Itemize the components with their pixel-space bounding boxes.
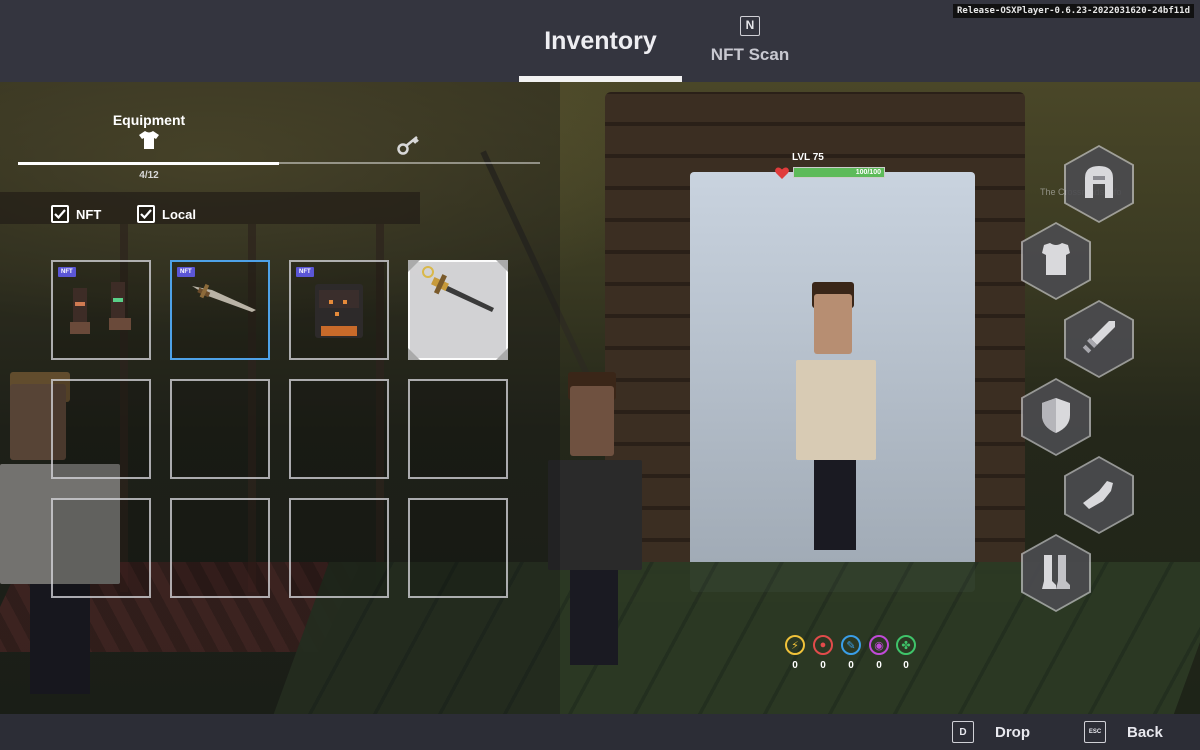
inventory-slot[interactable]: NFT — [289, 260, 389, 360]
sword-icon — [1079, 317, 1119, 362]
element-count: 0 — [903, 660, 909, 671]
boots-icon — [1036, 551, 1076, 596]
inventory-slot[interactable]: NFT — [51, 260, 151, 360]
back-button[interactable]: ESC Back — [1084, 720, 1163, 744]
health-value: 100/100 — [855, 169, 881, 176]
inventory-slot-selected[interactable]: NFT — [170, 260, 270, 360]
filter-nft-label: NFT — [76, 206, 102, 222]
element-nature: ✤ 0 — [895, 635, 917, 671]
build-version-label: Release-OSXPlayer-0.6.23-2022031620-24bf… — [953, 4, 1194, 18]
key-icon — [396, 136, 422, 160]
element-count: 0 — [820, 660, 826, 671]
drop-button[interactable]: D Drop — [952, 720, 1030, 744]
hotkey-d: D — [952, 721, 974, 743]
inventory-slot-empty[interactable] — [51, 498, 151, 598]
element-count: 0 — [876, 660, 882, 671]
level-label: LVL 75 — [792, 152, 824, 163]
subtab-keys[interactable] — [396, 134, 422, 156]
tab-inventory[interactable]: Inventory — [519, 0, 682, 82]
element-arcane: ◉ 0 — [868, 635, 890, 671]
health-bar: 100/100 — [793, 167, 885, 178]
chestplate-icon — [1036, 239, 1076, 284]
checkmark-icon — [54, 209, 66, 219]
shield-icon — [1036, 395, 1076, 440]
tab-nft-scan[interactable]: N NFT Scan — [700, 14, 800, 74]
inventory-slot-empty[interactable] — [408, 379, 508, 479]
filter-local-checkbox[interactable]: Local — [137, 204, 196, 224]
subtab-active-indicator — [18, 162, 279, 165]
inventory-slot-highlighted[interactable] — [408, 260, 508, 360]
shirt-icon — [139, 131, 159, 149]
element-water: ✎ 0 — [840, 635, 862, 671]
tab-nft-scan-label: NFT Scan — [710, 45, 790, 64]
element-count: 0 — [848, 660, 854, 671]
tab-inventory-label: Inventory — [544, 27, 657, 55]
element-fire: ● 0 — [812, 635, 834, 671]
checkbox — [51, 205, 69, 223]
fire-shield-icon: ● — [813, 635, 833, 655]
bottom-bar: D Drop ESC Back — [0, 714, 1200, 750]
filter-local-label: Local — [162, 206, 196, 222]
inventory-slot-empty[interactable] — [51, 379, 151, 479]
inventory-count: 4/12 — [139, 170, 159, 181]
subtab-equipment-label: Equipment — [112, 112, 186, 128]
hotkey-n: N — [740, 16, 760, 36]
gauntlet-icon — [1079, 473, 1119, 518]
element-count: 0 — [792, 660, 798, 671]
helmet-icon — [1079, 162, 1119, 207]
back-label: Back — [1127, 723, 1163, 741]
inventory-slot-empty[interactable] — [170, 498, 270, 598]
element-lightning: ⚡ 0 — [784, 635, 806, 671]
player-level-health: LVL 75 100/100 — [774, 152, 889, 182]
filter-nft-checkbox[interactable]: NFT — [51, 204, 101, 224]
heart-icon — [774, 165, 790, 181]
arcane-icon: ◉ — [869, 635, 889, 655]
player-character — [790, 282, 890, 562]
inventory-slot-empty[interactable] — [289, 379, 389, 479]
inventory-slot-empty[interactable] — [408, 498, 508, 598]
checkbox — [137, 205, 155, 223]
nature-icon: ✤ — [896, 635, 916, 655]
lightning-icon: ⚡ — [785, 635, 805, 655]
checkmark-icon — [140, 209, 152, 219]
inventory-slot-empty[interactable] — [289, 498, 389, 598]
water-icon: ✎ — [841, 635, 861, 655]
drop-label: Drop — [995, 723, 1030, 741]
hotkey-esc: ESC — [1084, 721, 1106, 743]
inventory-slot-empty[interactable] — [170, 379, 270, 479]
subtab-equipment[interactable]: Equipment — [100, 112, 198, 162]
